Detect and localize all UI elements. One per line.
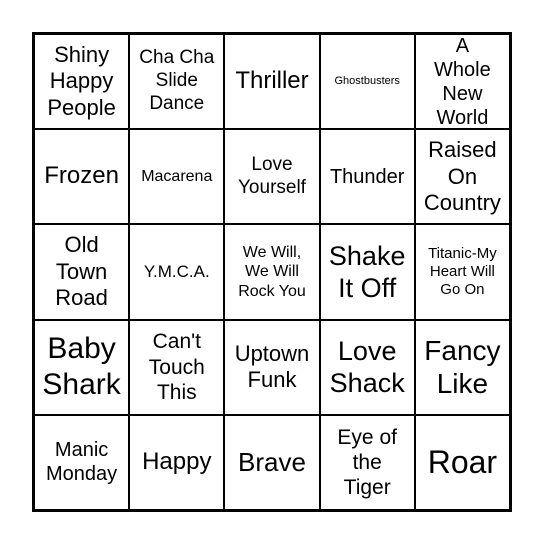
bingo-cell[interactable]: Titanic-My Heart Will Go On	[414, 224, 510, 320]
bingo-cell[interactable]: Roar	[414, 414, 510, 510]
bingo-cell[interactable]: Ghostbusters	[319, 34, 415, 130]
bingo-cell[interactable]: Eye of the Tiger	[319, 414, 415, 510]
bingo-cell[interactable]: Manic Monday	[34, 414, 130, 510]
bingo-card: Shiny Happy People Cha Cha Slide Dance T…	[32, 32, 512, 512]
bingo-cell[interactable]: Raised On Country	[414, 129, 510, 225]
bingo-cell[interactable]: Baby Shark	[34, 319, 130, 415]
bingo-cell[interactable]: Frozen	[34, 129, 130, 225]
bingo-cell[interactable]: Can't Touch This	[129, 319, 225, 415]
bingo-cell[interactable]: Love Shack	[319, 319, 415, 415]
bingo-cell[interactable]: Shake It Off	[319, 224, 415, 320]
bingo-cell[interactable]: Thunder	[319, 129, 415, 225]
bingo-cell[interactable]: Uptown Funk	[224, 319, 320, 415]
bingo-cell[interactable]: Cha Cha Slide Dance	[129, 34, 225, 130]
bingo-cell[interactable]: We Will, We Will Rock You	[224, 224, 320, 320]
bingo-cell[interactable]: Old Town Road	[34, 224, 130, 320]
bingo-cell[interactable]: Love Yourself	[224, 129, 320, 225]
bingo-cell[interactable]: Y.M.C.A.	[129, 224, 225, 320]
bingo-cell[interactable]: A Whole New World	[414, 34, 510, 130]
bingo-cell[interactable]: Brave	[224, 414, 320, 510]
bingo-cell[interactable]: Macarena	[129, 129, 225, 225]
bingo-cell[interactable]: Happy	[129, 414, 225, 510]
bingo-cell[interactable]: Fancy Like	[414, 319, 510, 415]
bingo-cell[interactable]: Shiny Happy People	[34, 34, 130, 130]
bingo-cell[interactable]: Thriller	[224, 34, 320, 130]
